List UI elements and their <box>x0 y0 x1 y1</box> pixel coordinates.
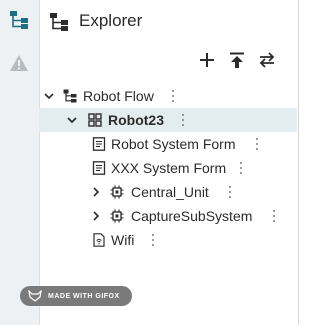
tree-item-label: CaptureSubSystem <box>131 208 253 224</box>
add-button[interactable] <box>195 48 219 72</box>
more-options-icon[interactable] <box>239 162 243 174</box>
warning-icon <box>10 55 28 71</box>
more-options-icon[interactable] <box>151 234 155 246</box>
more-options-icon[interactable] <box>255 138 259 150</box>
tree-item-label: Central_Unit <box>131 184 209 200</box>
form-icon <box>92 161 106 175</box>
more-options-icon[interactable] <box>272 210 276 222</box>
tree-item-label: Robot System Form <box>111 136 236 152</box>
wifi-file-icon <box>92 233 106 247</box>
more-options-icon[interactable] <box>228 186 232 198</box>
tree-item-robot-flow[interactable]: Robot Flow <box>39 84 297 108</box>
tree-item-label: Robot Flow <box>83 88 154 104</box>
collapse-button[interactable] <box>225 48 249 72</box>
swap-arrows-icon <box>259 52 275 68</box>
fox-icon <box>28 290 42 302</box>
chevron-right-icon[interactable] <box>90 210 102 222</box>
tree-item-label: Robot23 <box>108 112 164 128</box>
tree-item-xxx-system-form[interactable]: XXX System Form <box>39 156 297 180</box>
tree-item-label: Wifi <box>111 232 135 248</box>
tree-item-central-unit[interactable]: Central_Unit <box>39 180 297 204</box>
more-options-icon[interactable] <box>181 114 185 126</box>
problems-activity-button[interactable] <box>8 52 30 74</box>
explorer-toolbar <box>195 48 279 72</box>
chip-icon <box>110 185 124 199</box>
tree-item-label: XXX System Form <box>111 160 227 176</box>
panel-title: Explorer <box>79 11 143 30</box>
chip-icon <box>110 209 124 223</box>
chevron-right-icon[interactable] <box>90 186 102 198</box>
more-options-icon[interactable] <box>171 90 175 102</box>
tree-item-robot-system-form[interactable]: Robot System Form <box>39 132 297 156</box>
watermark-text: MADE WITH GIFOX <box>48 292 120 300</box>
tree-item-capture-subsystem[interactable]: CaptureSubSystem <box>39 204 297 228</box>
swap-button[interactable] <box>255 48 279 72</box>
tree-icon <box>49 12 69 37</box>
explorer-activity-button[interactable] <box>8 9 30 31</box>
form-icon <box>92 137 106 151</box>
grid-component-icon <box>88 113 102 127</box>
chevron-down-icon[interactable] <box>43 90 55 102</box>
activity-bar <box>0 0 40 325</box>
tree-icon <box>10 11 28 29</box>
vertical-scrollbar[interactable] <box>299 0 319 325</box>
flow-tree-icon <box>63 89 77 103</box>
explorer-header: Explorer <box>39 0 297 44</box>
watermark-badge: MADE WITH GIFOX <box>20 286 132 306</box>
chevron-down-icon[interactable] <box>66 114 78 126</box>
tree-item-wifi[interactable]: Wifi <box>39 228 297 252</box>
upload-arrow-icon <box>230 52 244 68</box>
plus-icon <box>200 53 214 67</box>
tree-item-robot23[interactable]: Robot23 <box>39 108 297 132</box>
